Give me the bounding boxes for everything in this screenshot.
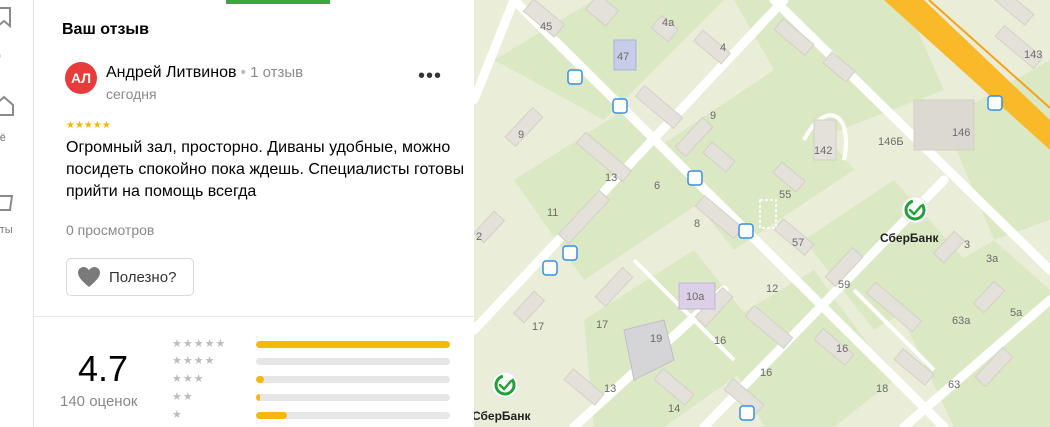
rating-bar-fill: [256, 412, 288, 419]
svg-text:СберБанк: СберБанк: [880, 231, 939, 245]
svg-text:18: 18: [876, 383, 888, 395]
svg-text:11: 11: [547, 207, 558, 219]
rating-row-3: ★★★: [172, 373, 462, 386]
review-date: сегодня: [106, 86, 157, 102]
svg-text:4: 4: [720, 42, 726, 54]
svg-text:14: 14: [668, 403, 680, 415]
svg-text:16: 16: [836, 343, 848, 355]
views-count: 0 просмотров: [66, 222, 155, 238]
more-options-button[interactable]: •••: [418, 66, 442, 86]
svg-text:13: 13: [604, 383, 616, 395]
svg-text:9: 9: [710, 110, 716, 122]
svg-text:63: 63: [948, 379, 960, 391]
rating-bar-fill: [256, 394, 260, 401]
bookmark-icon: [0, 7, 11, 29]
svg-text:45: 45: [540, 21, 552, 33]
rating-row-stars: ★★★★: [172, 355, 216, 367]
svg-text:142: 142: [814, 145, 832, 157]
svg-text:16: 16: [714, 335, 726, 347]
rating-row-stars: ★★★: [172, 373, 205, 385]
rating-row-4: ★★★★: [172, 355, 462, 368]
svg-text:146: 146: [952, 127, 970, 139]
svg-text:4а: 4а: [662, 17, 675, 29]
rating-row-stars: ★★★★★: [172, 338, 227, 350]
nav-item-label: еты: [0, 224, 13, 236]
rating-row-2: ★★: [172, 391, 462, 404]
nav-item-label: ьё: [0, 132, 6, 144]
section-title: Ваш отзыв: [62, 21, 149, 38]
svg-text:13: 13: [605, 172, 617, 184]
left-nav: д ьё еты: [0, 0, 34, 427]
rating-score: 4.7: [78, 348, 129, 389]
rating-bar-track: [256, 394, 450, 401]
svg-text:55: 55: [779, 189, 791, 201]
helpful-button[interactable]: Полезно?: [66, 258, 194, 296]
rating-row-5: ★★★★★: [172, 338, 462, 351]
ticket-icon: [0, 195, 14, 211]
divider: [34, 316, 474, 317]
svg-text:143: 143: [1024, 49, 1042, 61]
rating-bar-track: [256, 376, 450, 383]
rating-row-stars: ★: [172, 409, 183, 421]
helpful-label: Полезно?: [109, 268, 177, 286]
review-stars: ★★★★★: [66, 120, 111, 131]
svg-text:19: 19: [650, 333, 662, 345]
review-text: Огромный зал, просторно. Диваны удобные,…: [66, 139, 465, 200]
rating-row-1: ★: [172, 409, 462, 422]
home-icon: [0, 95, 14, 116]
app-root: д ьё еты Ваш отзыв АЛ Андрей Литвинов•1 …: [0, 0, 1050, 427]
map-view[interactable]: 45 4а 47 4 143 9 146 142 146Б 9 13 6 55 …: [474, 0, 1050, 427]
author-review-count: 1 отзыв: [250, 64, 304, 81]
rating-bar-track: [256, 358, 450, 365]
svg-text:146Б: 146Б: [878, 136, 904, 148]
svg-text:6: 6: [654, 180, 660, 192]
rating-bar-track: [256, 341, 450, 348]
rating-bar-track: [256, 412, 450, 419]
rating-bar-fill: [256, 341, 450, 348]
svg-text:57: 57: [792, 237, 804, 249]
svg-text:9: 9: [518, 129, 524, 141]
svg-text:10а: 10а: [686, 291, 705, 303]
avatar[interactable]: АЛ: [65, 62, 97, 94]
svg-text:2: 2: [476, 231, 482, 243]
svg-text:СберБанк: СберБанк: [474, 409, 531, 423]
rating-count: 140 оценок: [60, 393, 138, 410]
svg-text:8: 8: [694, 218, 700, 230]
map-canvas[interactable]: 45 4а 47 4 143 9 146 142 146Б 9 13 6 55 …: [474, 0, 1050, 427]
active-tab-indicator: [226, 0, 330, 4]
rating-bar-fill: [256, 376, 264, 383]
svg-text:3а: 3а: [986, 253, 999, 265]
rating-row-stars: ★★: [172, 391, 194, 403]
svg-text:5а: 5а: [1010, 307, 1023, 319]
svg-text:17: 17: [596, 319, 608, 331]
svg-text:59: 59: [838, 279, 850, 291]
review-panel: Ваш отзыв АЛ Андрей Литвинов • 1 отзыв сег…: [34, 0, 474, 427]
svg-text:63а: 63а: [952, 315, 971, 327]
author-name[interactable]: Андрей Литвинов: [106, 64, 236, 81]
svg-text:47: 47: [617, 51, 629, 63]
svg-text:16: 16: [760, 367, 772, 379]
review-author: Андрей Литвинов • 1 отзыв: [106, 64, 303, 82]
svg-text:3: 3: [964, 239, 970, 251]
heart-icon: [78, 267, 100, 287]
svg-text:12: 12: [766, 283, 778, 295]
svg-text:17: 17: [532, 321, 544, 333]
separator-dot: •: [240, 64, 247, 81]
